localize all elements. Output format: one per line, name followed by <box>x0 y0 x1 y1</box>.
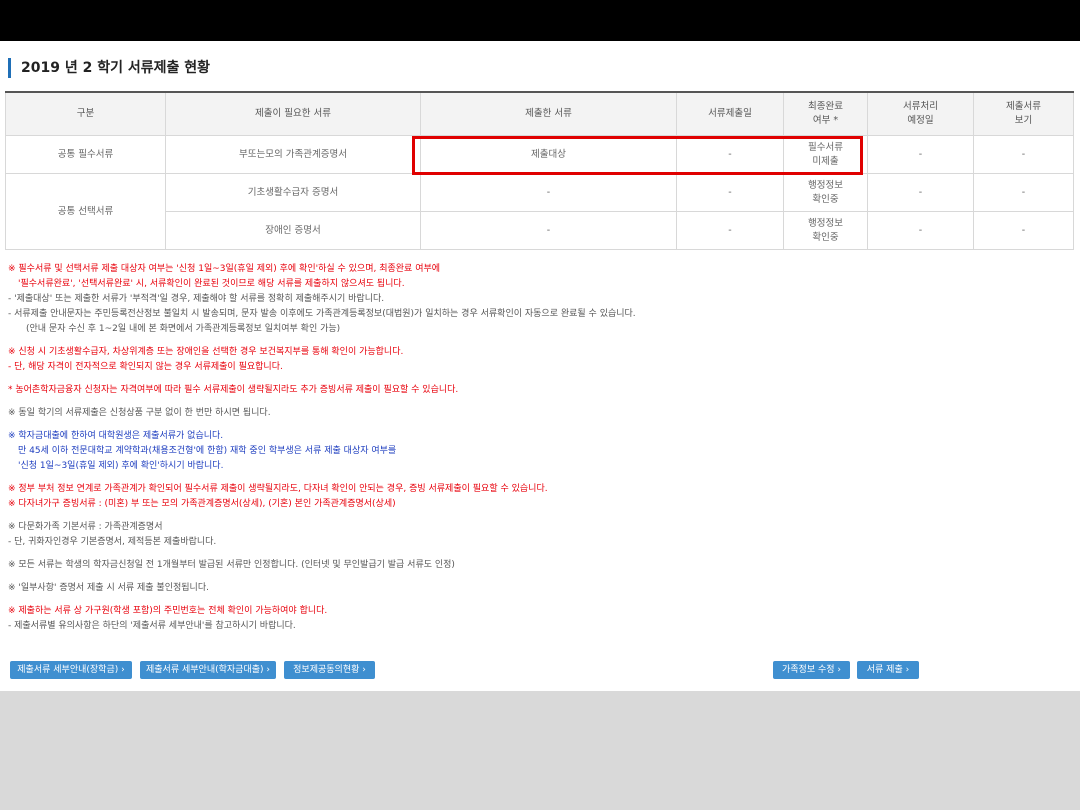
notice-line: ※ 신청 시 기초생활수급자, 차상위계층 또는 장애인을 선택한 경우 보건복… <box>8 347 404 357</box>
row-view-doc: - <box>973 135 1074 174</box>
table-header-row: 구분 제출이 필요한 서류 제출한 서류 서류제출일 최종완료 여부 * 서류처리… <box>5 91 1074 136</box>
submit-docs-button[interactable]: 서류 제출 › <box>857 661 919 679</box>
col-expected-date: 서류처리 예정일 <box>867 91 974 136</box>
notice-line: - 단, 귀화자인경우 기본증명서, 제적등본 제출바랍니다. <box>8 537 217 547</box>
notice-list: ※ 필수서류 및 선택서류 제출 대상자 여부는 '신청 1일~3일(휴일 제외… <box>8 262 1068 634</box>
row-final-status: 행정정보 확인중 <box>783 173 868 212</box>
row-submit-date: - <box>676 135 784 174</box>
col-submit-date: 서류제출일 <box>676 91 784 136</box>
guide-scholarship-button[interactable]: 제출서류 세부안내(장학금) › <box>10 661 132 679</box>
row-required-doc: 장애인 증명서 <box>165 211 421 250</box>
col-view-doc: 제출서류 보기 <box>973 91 1074 136</box>
col-submitted-doc: 제출한 서류 <box>420 91 677 136</box>
row-required-doc: 기초생활수급자 증명서 <box>165 173 421 212</box>
row-submitted-doc: - <box>420 211 677 250</box>
top-bar <box>0 0 1080 41</box>
row-expected-date: - <box>867 211 974 250</box>
notice-line: '신청 1일~3일(휴일 제외) 후에 확인'하시기 바랍니다. <box>18 461 224 471</box>
table-row: 공통 필수서류 부또는모의 가족관계증명서 제출대상 - 필수서류 미제출 - - <box>5 135 1074 174</box>
row-expected-date: - <box>867 135 974 174</box>
row-category: 공통 필수서류 <box>5 135 166 174</box>
row-category: 공통 선택서류 <box>5 173 166 250</box>
col-final-status: 최종완료 여부 * <box>783 91 868 136</box>
row-submitted-doc: 제출대상 <box>420 135 677 174</box>
row-required-doc: 부또는모의 가족관계증명서 <box>165 135 421 174</box>
notice-line: * 농어촌학자금융자 신청자는 자격여부에 따라 필수 서류제출이 생략될지라도… <box>8 385 459 395</box>
guide-loan-button[interactable]: 제출서류 세부안내(학자금대출) › <box>140 661 276 679</box>
notice-line: 만 45세 이하 전문대학교 계약학과(채용조건형'에 한함) 재학 중인 학부… <box>18 446 397 456</box>
notice-line: ※ 동일 학기의 서류제출은 신청상품 구분 없이 한 번만 하시면 됩니다. <box>8 408 271 418</box>
row-expected-date: - <box>867 173 974 212</box>
row-submitted-doc: - <box>420 173 677 212</box>
row-view-doc: - <box>973 211 1074 250</box>
document-status-table: 구분 제출이 필요한 서류 제출한 서류 서류제출일 최종완료 여부 * 서류처리… <box>5 91 1074 250</box>
notice-line: - '제출대상' 또는 제출한 서류가 '부적격'일 경우, 제출해야 할 서류… <box>8 294 385 304</box>
col-category: 구분 <box>5 91 166 136</box>
notice-line: ※ 학자금대출에 한하여 대학원생은 제출서류가 없습니다. <box>8 431 224 441</box>
notice-line: ※ 다문화가족 기본서류 : 가족관계증명서 <box>8 522 163 532</box>
notice-line: '필수서류완료', '선택서류완료' 시, 서류확인이 완료된 것이므로 해당 … <box>18 279 405 289</box>
row-view-doc: - <box>973 173 1074 212</box>
notice-line: (안내 문자 수신 후 1~2일 내에 본 화면에서 가족관계등록정보 일치여부… <box>26 324 341 334</box>
table-row: 공통 선택서류 기초생활수급자 증명서 - - 행정정보 확인중 - - <box>5 173 1074 250</box>
page-title: 2019 년 2 학기 서류제출 현황 <box>8 58 210 78</box>
notice-line: - 제출서류별 유의사항은 하단의 '제출서류 세부안내'를 참고하시기 바랍니… <box>8 621 296 631</box>
edit-family-button[interactable]: 가족정보 수정 › <box>773 661 850 679</box>
notice-line: - 단, 해당 자격이 전자적으로 확인되지 않는 경우 서류제출이 필요합니다… <box>8 362 283 372</box>
notice-line: ※ 필수서류 및 선택서류 제출 대상자 여부는 '신청 1일~3일(휴일 제외… <box>8 264 441 274</box>
row-submit-date: - <box>676 173 784 212</box>
col-required-doc: 제출이 필요한 서류 <box>165 91 421 136</box>
notice-line: ※ '일부사항' 증명서 제출 시 서류 제출 불인정됩니다. <box>8 583 209 593</box>
notice-line: ※ 다자녀가구 증빙서류 : (미혼) 부 또는 모의 가족관계증명서(상세),… <box>8 499 396 509</box>
row-final-status: 행정정보 확인중 <box>783 211 868 250</box>
notice-line: ※ 모든 서류는 학생의 학자금신청일 전 1개월부터 발급된 서류만 인정합니… <box>8 560 455 570</box>
row-submit-date: - <box>676 211 784 250</box>
row-final-status: 필수서류 미제출 <box>783 135 868 174</box>
table-row: 장애인 증명서 - - 행정정보 확인중 - - <box>6 211 1074 250</box>
info-sharing-button[interactable]: 정보제공동의현황 › <box>284 661 375 679</box>
notice-line: - 서류제출 안내문자는 주민등록전산정보 불일치 시 발송되며, 문자 발송 … <box>8 309 636 319</box>
notice-line: ※ 제출하는 서류 상 가구원(학생 포함)의 주민번호는 전체 확인이 가능하… <box>8 606 328 616</box>
notice-line: ※ 정부 부처 정보 연계로 가족관계가 확인되어 필수서류 제출이 생략될지라… <box>8 484 548 494</box>
